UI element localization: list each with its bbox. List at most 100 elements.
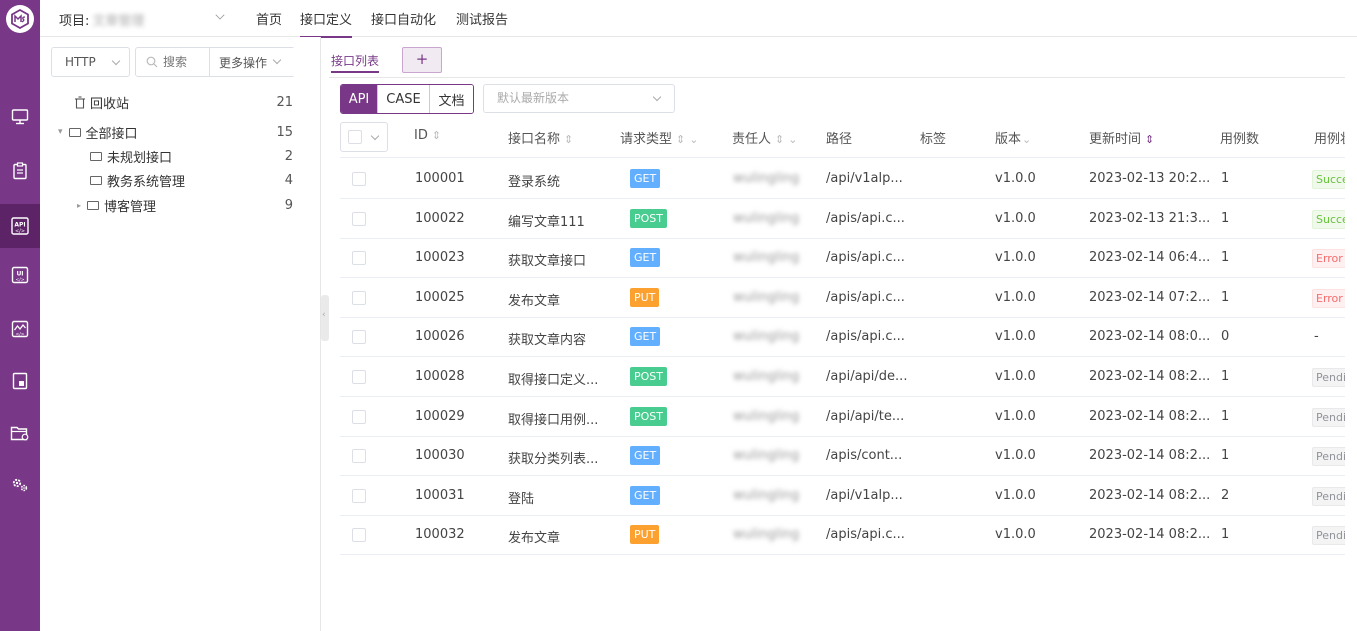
tree-item-all-apis[interactable]: ▾ 全部接口 15 [40, 121, 321, 143]
tree-item-edu-system[interactable]: 教务系统管理 4 [40, 169, 321, 191]
cell-path: /apis/api.c... [826, 527, 905, 543]
cell-case-count[interactable]: 1 [1221, 171, 1229, 186]
nav-test-report[interactable]: 测试报告 [456, 9, 508, 28]
row-checkbox[interactable] [352, 528, 366, 543]
table-row[interactable]: 100022 编写文章111 POST wulingling/apis/api.c..… [340, 199, 1345, 239]
row-checkbox[interactable] [352, 211, 366, 226]
row-checkbox[interactable] [352, 290, 366, 305]
cell-name[interactable]: 获取文章内容 [508, 329, 586, 348]
cell-name[interactable]: 获取文章接口 [508, 250, 586, 269]
metersphere-logo[interactable] [6, 5, 34, 33]
monitor-icon[interactable] [0, 98, 40, 136]
table-row[interactable]: 100032 发布文章 PUT wulingling/apis/api.c... v1.… [340, 515, 1345, 556]
folder-icon [90, 175, 102, 185]
more-actions-dropdown[interactable]: 更多操作 [209, 48, 295, 76]
sort-icon[interactable]: ⇕ [676, 133, 685, 146]
col-updated[interactable]: 更新时间 ⇕ [1089, 128, 1154, 147]
caret-down-icon[interactable]: ▾ [58, 127, 63, 137]
add-tab-button[interactable]: + [402, 47, 442, 73]
cell-case-count[interactable]: 1 [1221, 250, 1229, 265]
cell-owner: wulingling [733, 289, 800, 305]
table-row[interactable]: 100028 取得接口定义... POST wulingling/api/api/de… [340, 357, 1345, 397]
mode-doc[interactable]: 文档 [430, 85, 473, 113]
col-version-label: 版本 [995, 132, 1022, 147]
cell-case-count[interactable]: 1 [1221, 527, 1229, 542]
cell-case-count[interactable]: 2 [1221, 488, 1229, 503]
row-checkbox[interactable] [352, 488, 366, 503]
cell-case-count[interactable]: 1 [1221, 369, 1229, 384]
cell-name[interactable]: 发布文章 [508, 527, 560, 546]
cell-case-count[interactable]: 0 [1221, 329, 1229, 344]
api-icon[interactable]: API </> [0, 204, 40, 248]
panel-splitter-handle[interactable]: ‹ [321, 295, 329, 341]
mode-api[interactable]: API [341, 85, 378, 113]
table-row[interactable]: 100030 获取分类列表... GET wulingling/apis/cont..… [340, 436, 1345, 477]
table-row[interactable]: 100029 取得接口用例... POST wulingling/api/api/te… [340, 397, 1345, 437]
row-checkbox[interactable] [352, 251, 366, 266]
mode-case[interactable]: CASE [378, 85, 430, 113]
nav-api-definition[interactable]: 接口定义 [300, 9, 353, 38]
cell-case-count[interactable]: 1 [1221, 211, 1229, 226]
table-row[interactable]: 100001 登录系统 GET wulingling/api/v1alp... v1.0… [340, 159, 1345, 199]
col-name[interactable]: 接口名称 ⇕ [508, 128, 573, 147]
row-checkbox[interactable] [352, 370, 366, 384]
table-row[interactable]: 100026 获取文章内容 GET wulingling/apis/api.c... v… [340, 317, 1345, 358]
row-checkbox[interactable] [352, 449, 366, 464]
filter-icon[interactable]: ⌄ [788, 133, 797, 146]
filter-icon[interactable]: ⌄ [689, 133, 698, 146]
tree-item-count: 4 [284, 172, 293, 188]
cell-name[interactable]: 发布文章 [508, 290, 560, 309]
performance-icon[interactable]: </> [0, 310, 40, 348]
version-select[interactable]: 默认最新版本 [483, 84, 675, 113]
tab-api-list[interactable]: 接口列表 [331, 52, 380, 73]
report-icon[interactable] [0, 362, 40, 400]
select-all-checkbox[interactable] [348, 130, 362, 144]
svg-text:UI: UI [16, 271, 23, 278]
protocol-select[interactable]: HTTP [51, 47, 130, 77]
table-header: ID ⇕ 接口名称 ⇕ 请求类型 ⇕ ⌄ 责任人 ⇕ ⌄ 路径 标签 版本⌄ 更新时间 ⇕ 用… [340, 117, 1345, 158]
nav-home[interactable]: 首页 [256, 9, 282, 28]
caret-right-icon[interactable]: ▸ [77, 201, 81, 210]
project-folder-icon[interactable] [0, 414, 40, 452]
cell-case-count[interactable]: 1 [1221, 290, 1229, 305]
tree-item-unplanned[interactable]: 未规划接口 2 [40, 145, 321, 167]
chevron-down-icon[interactable] [215, 10, 225, 20]
cell-name[interactable]: 取得接口用例... [508, 409, 598, 428]
cell-id: 100030 [415, 448, 465, 464]
cell-name[interactable]: 登陆 [508, 488, 534, 507]
cell-name[interactable]: 编写文章111 [508, 211, 585, 230]
select-all-dropdown[interactable] [340, 122, 388, 152]
sort-icon[interactable]: ⇕ [564, 133, 573, 146]
col-owner[interactable]: 责任人 ⇕ ⌄ [732, 128, 797, 147]
cell-name[interactable]: 获取分类列表... [508, 448, 598, 467]
filter-icon[interactable]: ⌄ [1022, 133, 1031, 146]
col-version[interactable]: 版本⌄ [995, 128, 1031, 147]
clipboard-icon[interactable] [0, 152, 40, 190]
project-switcher[interactable]: 项目: 文章管理 [59, 10, 144, 29]
row-checkbox[interactable] [352, 172, 366, 186]
cell-path: /apis/api.c... [826, 329, 905, 345]
cell-name[interactable]: 取得接口定义... [508, 369, 598, 388]
sort-desc-icon[interactable]: ⇕ [1145, 133, 1154, 146]
tree-item-blog[interactable]: ▸ 博客管理 9 [40, 194, 321, 216]
sort-icon[interactable]: ⇕ [775, 133, 784, 146]
sort-icon[interactable]: ⇕ [432, 129, 441, 142]
cell-case-count[interactable]: 1 [1221, 409, 1229, 424]
cell-updated: 2023-02-14 08:2... [1089, 487, 1211, 503]
col-method[interactable]: 请求类型 ⇕ ⌄ [620, 128, 698, 147]
table-row[interactable]: 100025 发布文章 PUT wulingling/apis/api.c... v1.… [340, 278, 1345, 318]
row-checkbox[interactable] [352, 330, 366, 345]
settings-icon[interactable] [0, 466, 40, 504]
folder-icon [90, 151, 102, 161]
nav-api-automation[interactable]: 接口自动化 [371, 9, 436, 28]
ui-icon[interactable]: UI </> [0, 256, 40, 294]
tree-item-recycle-bin[interactable]: 回收站 21 [40, 91, 321, 113]
tree-search-input[interactable] [163, 55, 203, 69]
cell-case-count[interactable]: 1 [1221, 448, 1229, 463]
table-row[interactable]: 100023 获取文章接口 GET wulingling/apis/api.c... v… [340, 238, 1345, 279]
table-row[interactable]: 100031 登陆 GET wulingling/api/v1alp... v1.0.0… [340, 476, 1345, 516]
module-tree-panel: HTTP 更多操作 回收站 21 ▾ 全部接口 15 未规划接口 2 教务系统管… [40, 37, 321, 631]
cell-name[interactable]: 登录系统 [508, 171, 560, 190]
col-id[interactable]: ID ⇕ [414, 128, 441, 143]
row-checkbox[interactable] [352, 409, 366, 424]
